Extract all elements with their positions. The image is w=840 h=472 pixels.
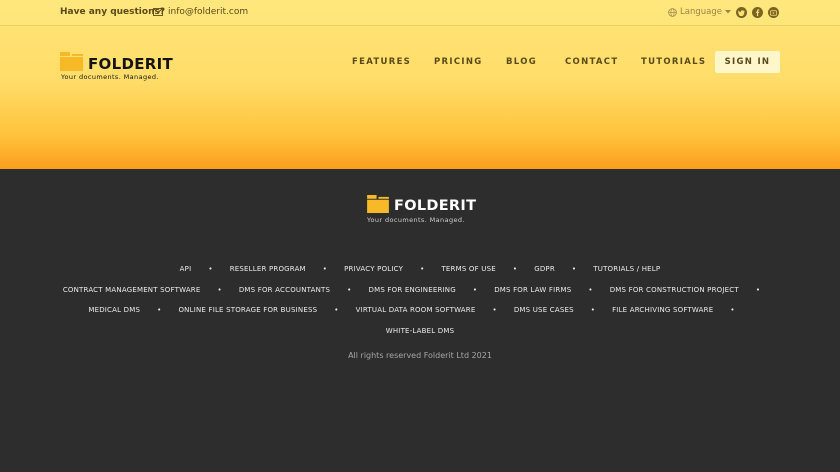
globe-icon (668, 7, 677, 17)
footer-link[interactable]: API (180, 265, 192, 273)
footer-link[interactable]: TERMS OF USE (441, 265, 495, 273)
nav-contact[interactable]: CONTACT (565, 57, 618, 67)
footer-link[interactable]: PRIVACY POLICY (344, 265, 403, 273)
footer-link[interactable]: VIRTUAL DATA ROOM SOFTWARE (356, 306, 476, 314)
separator-dot: • (217, 285, 222, 294)
nav-tutorials[interactable]: TUTORIALS (641, 57, 706, 67)
separator-dot: • (472, 285, 478, 294)
nav-features[interactable]: FEATURES (352, 57, 411, 67)
footer-link-row: CONTRACT MANAGEMENT SOFTWARE • DMS FOR ACC… (0, 280, 840, 301)
twitter-icon (738, 9, 745, 16)
top-bar: Have any questions? info@folderit.com La… (0, 0, 840, 26)
copyright-text: All rights reserved Folderit Ltd 2021 (348, 351, 492, 360)
separator-dot: • (730, 306, 735, 315)
separator-dot: • (208, 265, 213, 274)
footer-link[interactable]: MEDICAL DMS (88, 306, 140, 314)
mail-icon (153, 8, 163, 16)
footer-logo-text: FOLDERIT (394, 198, 477, 214)
header-logo[interactable]: FOLDERIT (60, 50, 173, 73)
separator-dot: • (157, 306, 162, 315)
footer-link[interactable]: RESELLER PROGRAM (230, 265, 306, 273)
footer-link[interactable]: DMS FOR CONSTRUCTION PROJECT (610, 286, 739, 294)
separator-dot: • (512, 265, 518, 274)
language-label: Language (680, 7, 722, 17)
sign-in-button[interactable]: SIGN IN (715, 51, 780, 73)
separator-dot: • (571, 265, 577, 274)
header-tagline: Your documents. Managed. (61, 73, 159, 81)
separator-dot: • (334, 306, 339, 315)
separator-dot: • (322, 265, 328, 274)
footer: FOLDERIT Your documents. Managed. API • RE… (0, 169, 840, 472)
footer-link-row: MEDICAL DMS • ONLINE FILE STORAGE FOR BUSI… (0, 300, 840, 321)
separator-dot: • (347, 285, 352, 294)
footer-link[interactable]: DMS USE CASES (514, 306, 574, 314)
footer-link[interactable]: TUTORIALS / HELP (593, 265, 660, 273)
separator-dot: • (588, 285, 593, 294)
logo-text: FOLDERIT (88, 55, 174, 73)
separator-dot: • (755, 285, 761, 294)
footer-link-row: API • RESELLER PROGRAM • PRIVACY POLICY • TERM… (0, 259, 840, 280)
footer-logo[interactable]: FOLDERIT (367, 193, 476, 214)
footer-tagline: Your documents. Managed. (367, 216, 465, 224)
footer-link[interactable]: GDPR (534, 265, 555, 273)
facebook-link[interactable] (752, 7, 763, 18)
footer-link-row: WHITE-LABEL DMS (0, 321, 840, 342)
nav-blog[interactable]: BLOG (506, 57, 537, 67)
footer-link[interactable]: DMS FOR LAW FIRMS (494, 286, 571, 294)
footer-link[interactable]: ONLINE FILE STORAGE FOR BUSINESS (178, 306, 317, 314)
footer-link[interactable]: DMS FOR ENGINEERING (369, 286, 456, 294)
footer-link[interactable]: DMS FOR ACCOUNTANTS (239, 286, 330, 294)
email-text: info@folderit.com (168, 7, 249, 17)
youtube-link[interactable] (768, 7, 779, 18)
footer-links: API • RESELLER PROGRAM • PRIVACY POLICY • TERM… (0, 259, 840, 341)
nav-pricing[interactable]: PRICING (434, 57, 483, 67)
youtube-icon (770, 9, 777, 16)
twitter-link[interactable] (736, 7, 747, 18)
caret-down-icon (724, 10, 731, 14)
separator-dot: • (420, 265, 425, 274)
facebook-icon (756, 9, 760, 16)
footer-link[interactable]: FILE ARCHIVING SOFTWARE (612, 306, 713, 314)
footer-link[interactable]: WHITE-LABEL DMS (386, 327, 455, 335)
separator-dot: • (590, 306, 596, 315)
footer-link[interactable]: CONTRACT MANAGEMENT SOFTWARE (63, 286, 201, 294)
email-link[interactable]: info@folderit.com (153, 7, 248, 17)
questions-label: Have any questions? (60, 7, 166, 17)
folder-logo-icon (367, 194, 389, 213)
folder-logo-icon (60, 52, 83, 71)
separator-dot: • (492, 306, 497, 315)
language-selector[interactable]: Language (668, 7, 731, 17)
